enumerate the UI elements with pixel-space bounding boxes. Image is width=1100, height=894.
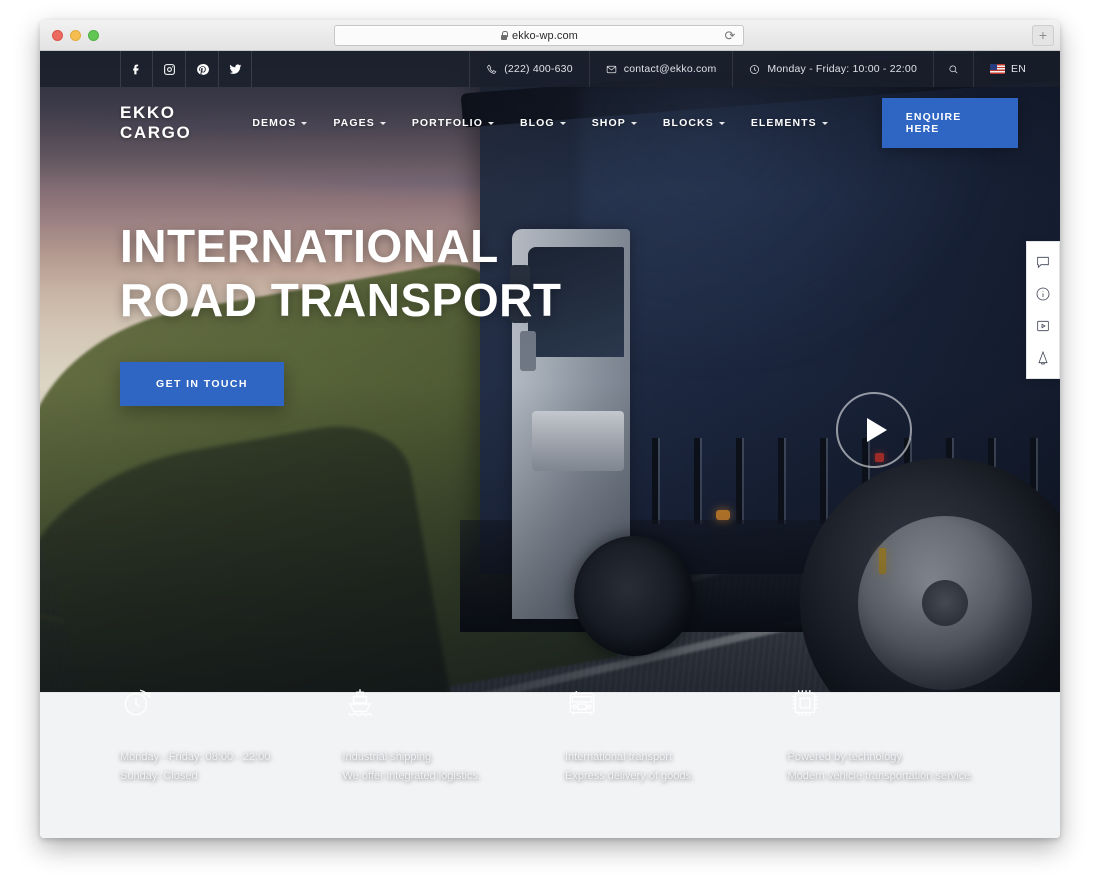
feature-item-transport: International transport Express delivery… xyxy=(565,686,788,786)
window-controls xyxy=(52,30,99,41)
video-play-button[interactable] xyxy=(836,392,912,468)
hero-content: INTERNATIONAL ROAD TRANSPORT GET IN TOUC… xyxy=(120,219,561,406)
nav-menu: DEMOS PAGES PORTFOLIO BLOG SHOP BLOCKS E… xyxy=(252,98,1060,148)
nav-item-label: PORTFOLIO xyxy=(411,117,483,129)
feature-line-1: Monday - Friday: 08:00 - 22:00 xyxy=(120,751,271,764)
nav-item-blog[interactable]: BLOG xyxy=(520,117,566,129)
enquire-here-button[interactable]: ENQUIRE HERE xyxy=(881,98,1018,148)
feature-item-shipping: Industrial shipping We offer integrated … xyxy=(343,686,566,786)
chevron-down-icon xyxy=(379,121,386,125)
hero-feature-list: Monday - Friday: 08:00 - 22:00 Sunday: C… xyxy=(120,686,1010,786)
nav-item-label: BLOG xyxy=(519,117,555,129)
pinterest-icon[interactable] xyxy=(186,51,219,87)
chevron-down-icon xyxy=(821,121,828,125)
feature-line-2: Sunday: Closed xyxy=(120,770,198,783)
nav-item-shop[interactable]: SHOP xyxy=(592,117,637,129)
nav-item-label: ELEMENTS xyxy=(750,117,817,129)
browser-chrome: ekko-wp.com ⟳ + xyxy=(40,20,1060,51)
chevron-down-icon xyxy=(630,121,637,125)
language-switcher[interactable]: EN xyxy=(973,51,1060,87)
site-logo[interactable]: EKKO CARGO xyxy=(120,103,252,143)
nav-item-portfolio[interactable]: PORTFOLIO xyxy=(412,117,494,129)
envelope-icon xyxy=(606,65,616,73)
email-info[interactable]: contact@ekko.com xyxy=(588,51,733,87)
nav-item-demos[interactable]: DEMOS xyxy=(252,117,308,129)
chat-bubble-icon[interactable] xyxy=(1035,254,1051,270)
close-window-button[interactable] xyxy=(52,30,63,41)
lamp-icon[interactable] xyxy=(1035,350,1051,366)
video-play-icon[interactable] xyxy=(1035,318,1051,334)
hours-info: Monday - Friday: 10:00 - 22:00 xyxy=(732,51,933,87)
feature-line-1: Powered by technology xyxy=(787,751,902,764)
social-links xyxy=(120,51,252,87)
feature-item-technology: Powered by technology Modern vehicle tra… xyxy=(788,686,1011,786)
feature-line-2: Modern vehicle transportation service. xyxy=(787,770,974,783)
url-value: ekko-wp.com xyxy=(512,29,578,42)
nav-item-label: BLOCKS xyxy=(662,117,714,129)
info-circle-icon[interactable] xyxy=(1035,286,1051,302)
play-icon xyxy=(866,418,887,442)
main-navigation: EKKO CARGO DEMOS PAGES PORTFOLIO BLOG SH… xyxy=(40,87,1060,159)
page-viewport: (222) 400-630 contact@ekko.com Monday - … xyxy=(40,51,1060,838)
lock-icon xyxy=(500,31,509,40)
email-address: contact@ekko.com xyxy=(623,63,717,75)
phone-icon xyxy=(487,64,497,74)
nav-item-pages[interactable]: PAGES xyxy=(333,117,386,129)
phone-number: (222) 400-630 xyxy=(504,63,573,75)
nav-item-label: SHOP xyxy=(591,117,626,129)
clock-arrow-icon xyxy=(120,686,343,726)
top-utility-right: (222) 400-630 contact@ekko.com Monday - … xyxy=(469,51,1060,87)
screenshot-root: ekko-wp.com ⟳ + (222) 400-630 contact@ek… xyxy=(0,0,1100,894)
us-flag-icon xyxy=(990,64,1005,74)
side-action-panel xyxy=(1026,241,1060,379)
phone-info[interactable]: (222) 400-630 xyxy=(469,51,589,87)
feature-line-1: International transport xyxy=(565,751,673,764)
language-label: EN xyxy=(1011,63,1026,75)
cpu-chip-icon xyxy=(788,686,1011,726)
maximize-window-button[interactable] xyxy=(88,30,99,41)
opening-hours: Monday - Friday: 10:00 - 22:00 xyxy=(767,63,917,75)
hero-title-line-1: INTERNATIONAL xyxy=(120,220,499,272)
chevron-down-icon xyxy=(718,121,725,125)
search-button[interactable] xyxy=(933,51,973,87)
top-utility-bar: (222) 400-630 contact@ekko.com Monday - … xyxy=(40,51,1060,87)
address-bar[interactable]: ekko-wp.com ⟳ xyxy=(334,25,744,46)
chevron-down-icon xyxy=(301,121,308,125)
address-bar-text: ekko-wp.com xyxy=(500,30,578,42)
nav-item-label: DEMOS xyxy=(252,117,297,129)
chevron-down-icon xyxy=(559,121,566,125)
search-icon xyxy=(949,64,958,73)
hero-title: INTERNATIONAL ROAD TRANSPORT xyxy=(120,219,561,328)
ship-icon xyxy=(343,686,566,726)
feature-item-hours: Monday - Friday: 08:00 - 22:00 Sunday: C… xyxy=(120,686,343,786)
instagram-icon[interactable] xyxy=(153,51,186,87)
facebook-icon[interactable] xyxy=(120,51,153,87)
truck-front-icon xyxy=(565,686,788,726)
reload-icon[interactable]: ⟳ xyxy=(724,29,736,42)
nav-item-blocks[interactable]: BLOCKS xyxy=(663,117,725,129)
minimize-window-button[interactable] xyxy=(70,30,81,41)
nav-item-label: PAGES xyxy=(333,117,375,129)
twitter-icon[interactable] xyxy=(219,51,252,87)
nav-item-elements[interactable]: ELEMENTS xyxy=(751,117,828,129)
clock-icon xyxy=(750,64,760,74)
new-tab-button[interactable]: + xyxy=(1032,25,1054,46)
feature-line-2: Express delivery of goods. xyxy=(565,770,695,783)
chevron-down-icon xyxy=(487,121,494,125)
feature-line-1: Industrial shipping xyxy=(342,751,432,764)
browser-window: ekko-wp.com ⟳ + (222) 400-630 contact@ek… xyxy=(40,20,1060,838)
hero-title-line-2: ROAD TRANSPORT xyxy=(120,274,562,327)
feature-line-2: We offer integrated logistics. xyxy=(342,770,481,783)
get-in-touch-button[interactable]: GET IN TOUCH xyxy=(120,361,284,406)
